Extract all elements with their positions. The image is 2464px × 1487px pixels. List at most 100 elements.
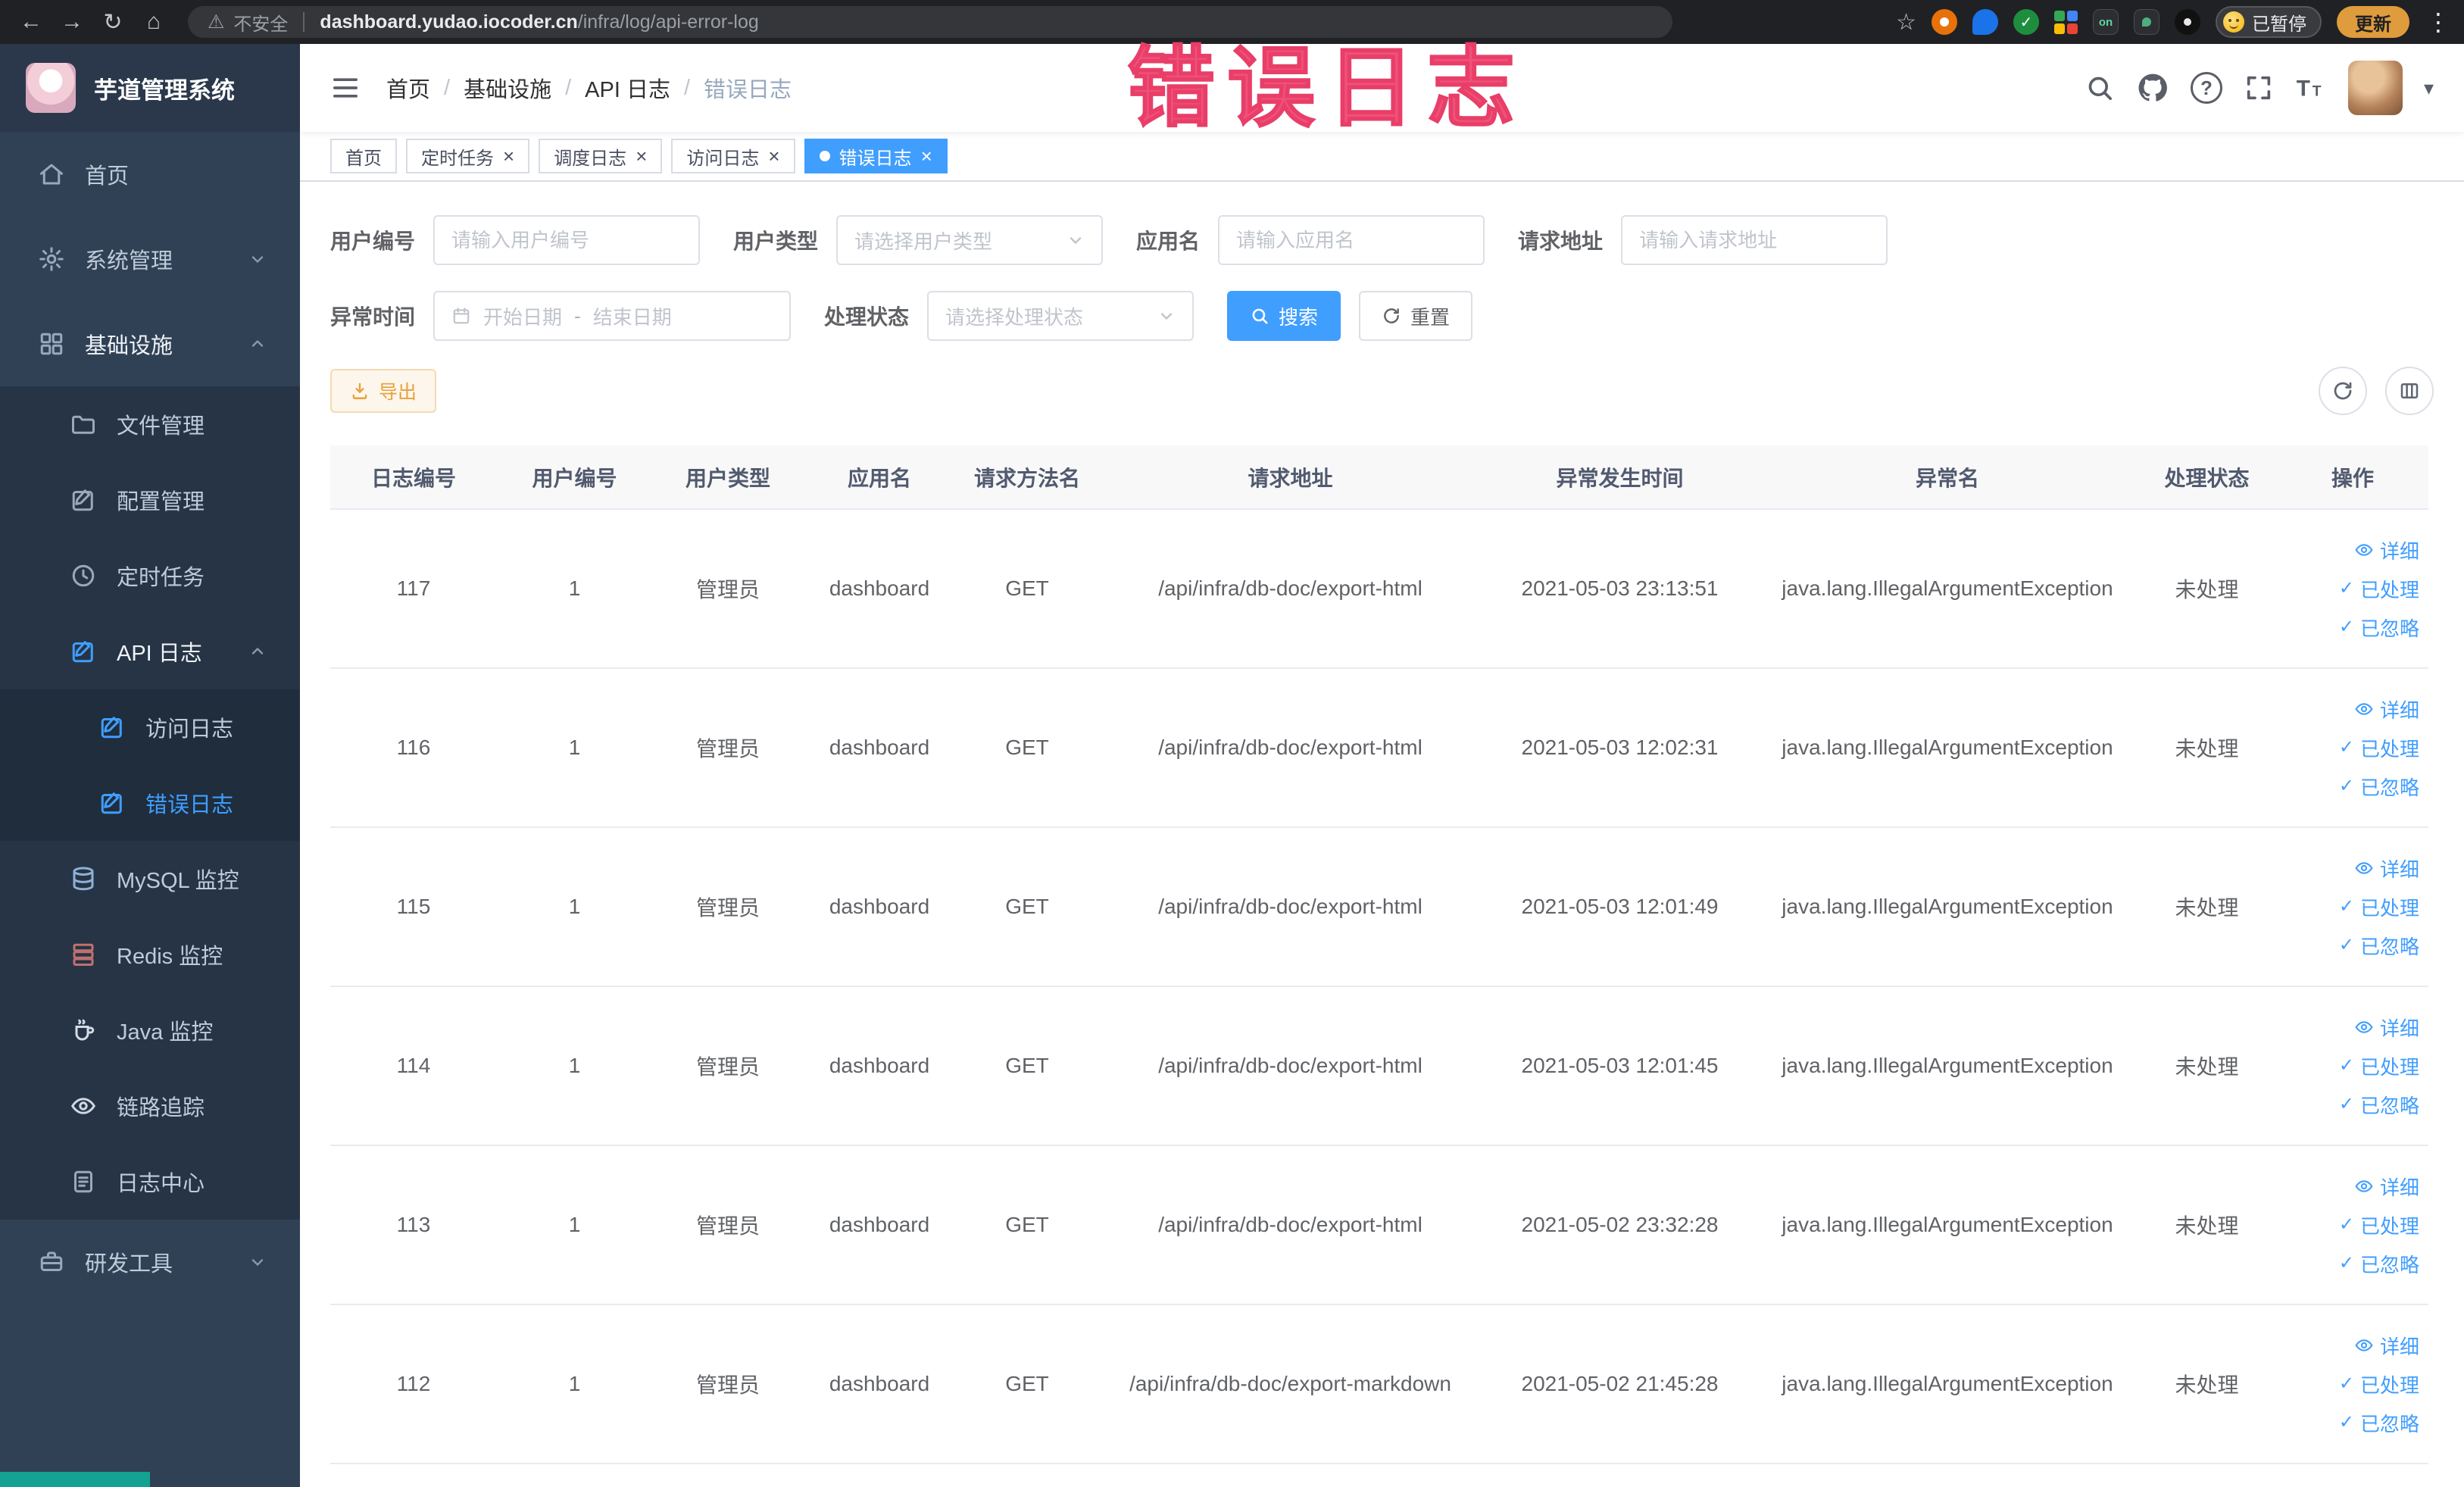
- search-icon[interactable]: [2085, 73, 2115, 103]
- extension-icon-green[interactable]: ✓: [2013, 9, 2039, 35]
- user-id-input[interactable]: [433, 215, 701, 265]
- process-label: 已处理: [2359, 1214, 2419, 1238]
- extension-icon-dark[interactable]: [2175, 9, 2200, 35]
- detail-link[interactable]: 详细: [2354, 536, 2419, 564]
- clock-icon: [70, 562, 97, 589]
- hamburger-icon[interactable]: [330, 73, 361, 103]
- cell-app-name: dashboard: [804, 1145, 955, 1305]
- search-button-label: 搜索: [1279, 305, 1319, 329]
- detail-link[interactable]: 详细: [2354, 1014, 2419, 1042]
- browser-right-controls: ☆ ✓ on 已暂停 更新 ⋮: [1896, 6, 2450, 38]
- col-user-id: 用户编号: [497, 445, 652, 510]
- chrome-update-button[interactable]: 更新: [2337, 6, 2409, 38]
- help-icon[interactable]: ?: [2190, 72, 2222, 104]
- detail-link[interactable]: 详细: [2354, 695, 2419, 723]
- close-icon[interactable]: ×: [768, 146, 779, 166]
- process-link[interactable]: ✓ 已处理: [2339, 1211, 2419, 1239]
- detail-link[interactable]: 详细: [2354, 1173, 2419, 1201]
- profile-paused-pill[interactable]: 已暂停: [2216, 6, 2322, 38]
- sidebar-item-system[interactable]: 系统管理: [0, 217, 300, 301]
- sidebar-item-mysql[interactable]: MySQL 监控: [0, 841, 300, 917]
- user-avatar[interactable]: [2347, 61, 2403, 115]
- reset-button[interactable]: 重置: [1359, 291, 1473, 341]
- cell-exception-time: 2021-05-02 21:45:28: [1482, 1304, 1758, 1464]
- breadcrumb-home[interactable]: 首页: [386, 72, 430, 104]
- sidebar-item-api-log[interactable]: API 日志: [0, 614, 300, 689]
- extension-icon-grid[interactable]: [2054, 10, 2078, 34]
- address-bar[interactable]: ⚠ 不安全 dashboard.yudao.iocoder.cn/infra/l…: [188, 6, 1672, 38]
- sidebar-item-tracing[interactable]: 链路追踪: [0, 1068, 300, 1144]
- avatar-caret-icon[interactable]: ▾: [2424, 77, 2434, 100]
- sidebar-item-access-log[interactable]: 访问日志: [0, 689, 300, 765]
- font-size-icon[interactable]: TT: [2295, 72, 2327, 104]
- chevron-down-icon: [248, 250, 267, 268]
- ignore-link[interactable]: ✓ 已忽略: [2339, 773, 2419, 801]
- sidebar-item-config[interactable]: 配置管理: [0, 462, 300, 538]
- extension-icon-on[interactable]: on: [2093, 9, 2119, 35]
- sidebar-item-infra[interactable]: 基础设施: [0, 301, 300, 386]
- menu-label: API 日志: [117, 642, 202, 666]
- ignore-link[interactable]: ✓ 已忽略: [2339, 932, 2419, 960]
- ignore-link[interactable]: ✓ 已忽略: [2339, 1250, 2419, 1278]
- filter-label: 用户类型: [733, 230, 819, 253]
- breadcrumb-api-log[interactable]: API 日志: [585, 72, 670, 104]
- detail-link[interactable]: 详细: [2354, 1332, 2419, 1360]
- forward-icon[interactable]: →: [55, 5, 89, 39]
- breadcrumb-infra[interactable]: 基础设施: [464, 72, 551, 104]
- sidebar-item-redis[interactable]: Redis 监控: [0, 917, 300, 992]
- sidebar-item-log-center[interactable]: 日志中心: [0, 1144, 300, 1220]
- request-url-input[interactable]: [1621, 215, 1888, 265]
- app-logo[interactable]: 芋道管理系统: [0, 44, 300, 132]
- close-icon[interactable]: ×: [636, 146, 647, 166]
- close-icon[interactable]: ×: [503, 146, 514, 166]
- column-settings-button[interactable]: [2385, 367, 2434, 415]
- sidebar-item-error-log[interactable]: 错误日志: [0, 765, 300, 841]
- sidebar-item-home[interactable]: 首页: [0, 132, 300, 217]
- home-icon[interactable]: ⌂: [136, 5, 171, 39]
- menu-label: 基础设施: [85, 334, 173, 358]
- user-type-select[interactable]: 请选择用户类型: [836, 215, 1104, 265]
- tab-home[interactable]: 首页: [330, 139, 397, 173]
- address-separator: [303, 12, 305, 32]
- ignore-link[interactable]: ✓ 已忽略: [2339, 614, 2419, 642]
- exception-time-range[interactable]: 开始日期 - 结束日期: [433, 291, 792, 341]
- sidebar-item-file[interactable]: 文件管理: [0, 386, 300, 462]
- process-link[interactable]: ✓ 已处理: [2339, 1052, 2419, 1080]
- cell-exception-name: java.lang.IllegalArgumentException: [1758, 827, 2137, 987]
- ignore-label: 已忽略: [2359, 776, 2419, 799]
- col-log-id: 日志编号: [330, 445, 497, 510]
- fullscreen-icon[interactable]: [2244, 73, 2274, 103]
- process-status-select[interactable]: 请选择处理状态: [927, 291, 1195, 341]
- home-menu-icon: [38, 161, 65, 188]
- tab-error-log[interactable]: 错误日志 ×: [804, 139, 948, 173]
- extension-icon-orange[interactable]: [1932, 9, 1957, 35]
- bookmark-star-icon[interactable]: ☆: [1896, 9, 1916, 36]
- tab-access-log[interactable]: 访问日志 ×: [671, 139, 795, 173]
- ignore-link[interactable]: ✓ 已忽略: [2339, 1409, 2419, 1437]
- export-button[interactable]: 导出: [330, 369, 437, 413]
- tab-cron[interactable]: 定时任务 ×: [406, 139, 530, 173]
- app-name-input[interactable]: [1218, 215, 1485, 265]
- refresh-button[interactable]: [2319, 367, 2367, 415]
- browser-menu-kebab-icon[interactable]: ⋮: [2426, 8, 2450, 36]
- cell-user-type: 管理员: [652, 1145, 804, 1305]
- back-icon[interactable]: ←: [14, 5, 48, 39]
- search-button[interactable]: 搜索: [1227, 291, 1341, 341]
- extension-icon-sprout[interactable]: [2134, 9, 2160, 35]
- reload-icon[interactable]: ↻: [95, 5, 130, 39]
- check-icon: ✓: [2338, 1412, 2354, 1432]
- process-link[interactable]: ✓ 已处理: [2339, 575, 2419, 603]
- ignore-link[interactable]: ✓ 已忽略: [2339, 1091, 2419, 1119]
- detail-link[interactable]: 详细: [2354, 854, 2419, 883]
- process-link[interactable]: ✓ 已处理: [2339, 734, 2419, 762]
- github-icon[interactable]: [2136, 71, 2169, 105]
- sidebar-item-java[interactable]: Java 监控: [0, 992, 300, 1068]
- process-link[interactable]: ✓ 已处理: [2339, 893, 2419, 921]
- process-link[interactable]: ✓ 已处理: [2339, 1370, 2419, 1398]
- extension-icon-drop[interactable]: [1972, 9, 1998, 35]
- breadcrumb: 首页 / 基础设施 / API 日志 / 错误日志: [386, 72, 792, 104]
- close-icon[interactable]: ×: [921, 146, 932, 166]
- sidebar-item-cron[interactable]: 定时任务: [0, 538, 300, 614]
- tab-job-log[interactable]: 调度日志 ×: [539, 139, 663, 173]
- sidebar-item-devtools[interactable]: 研发工具: [0, 1220, 300, 1304]
